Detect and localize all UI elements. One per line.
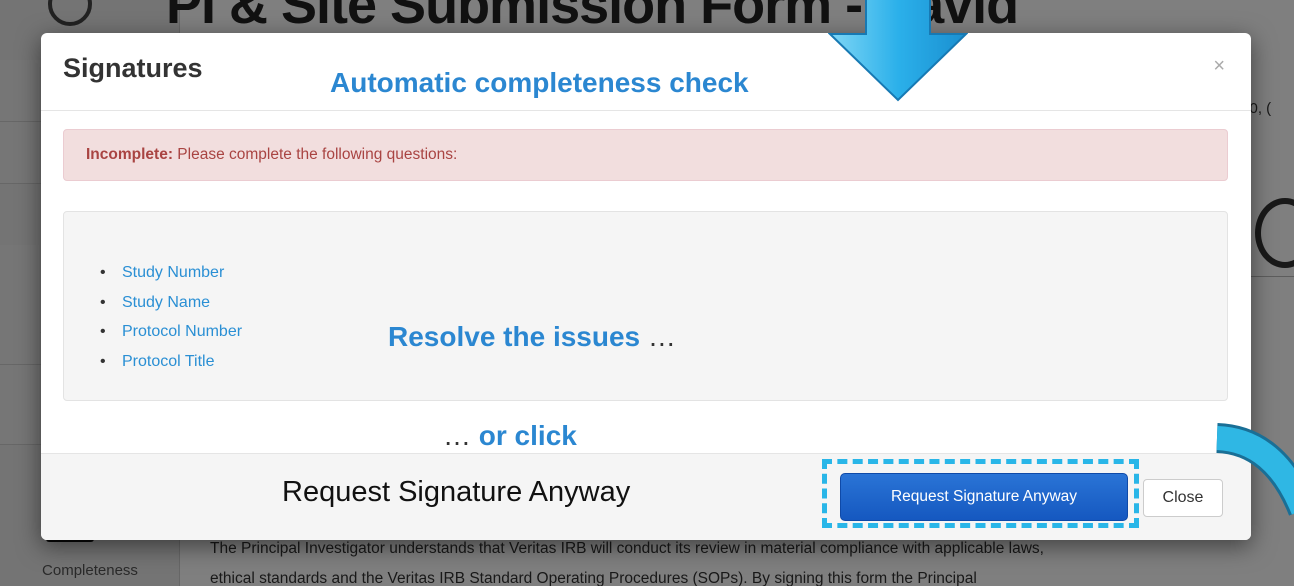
incomplete-alert: Incomplete: Please complete the followin… [63, 129, 1228, 181]
highlight-box [822, 459, 1139, 528]
annotation-resolve-text: Resolve the issues [388, 321, 641, 352]
curved-arrow-icon [1215, 423, 1294, 516]
annotation-resolve: Resolve the issues … [388, 321, 676, 353]
annotation-or-click: … or click [443, 420, 577, 452]
modal-title: Signatures [63, 53, 203, 83]
annotation-request-label: Request Signature Anyway [282, 476, 631, 508]
issue-link-study-number[interactable]: Study Number [122, 264, 224, 281]
alert-label: Incomplete: [86, 146, 173, 163]
list-item: Study Number [100, 258, 242, 288]
issue-link-protocol-title[interactable]: Protocol Title [122, 353, 214, 370]
issues-panel: Study Number Study Name Protocol Number … [63, 211, 1228, 401]
annotation-completeness-check: Automatic completeness check [330, 67, 749, 98]
list-item: Protocol Title [100, 347, 242, 377]
alert-message: Please complete the following questions: [172, 146, 458, 163]
annotation-or-click-text: or click [478, 420, 577, 451]
arrow-down-icon [828, 0, 968, 102]
issue-link-study-name[interactable]: Study Name [122, 294, 210, 311]
issue-link-protocol-number[interactable]: Protocol Number [122, 323, 242, 340]
annotation-ellipsis: … [443, 420, 479, 451]
list-item: Protocol Number [100, 317, 242, 347]
issues-list: Study Number Study Name Protocol Number … [100, 258, 242, 376]
close-icon[interactable]: × [1213, 55, 1225, 78]
list-item: Study Name [100, 288, 242, 318]
annotation-ellipsis: … [640, 321, 676, 352]
